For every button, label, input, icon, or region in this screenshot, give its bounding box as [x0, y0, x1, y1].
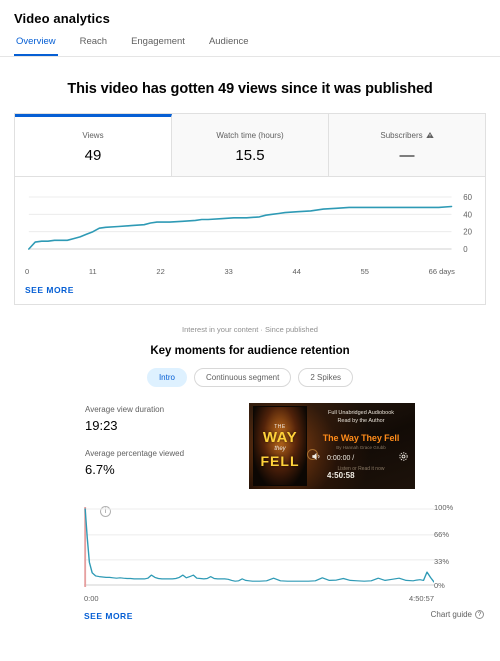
analytics-tabs: Overview Reach Engagement Audience [0, 26, 500, 57]
retention-ytick-100: 100% [434, 503, 454, 512]
views-chart-xaxis: 0 11 22 33 44 55 66 days [15, 265, 485, 276]
tab-overview[interactable]: Overview [14, 36, 58, 56]
player-overline: Full Unabridged Audiobook Read by the Au… [311, 409, 411, 426]
player-overline-line1: Full Unabridged Audiobook [327, 410, 395, 416]
chart-guide-label: Chart guide [430, 609, 472, 619]
metric-card-subscribers[interactable]: Subscribers — [329, 114, 485, 176]
metric-card-views-value: 49 [84, 147, 102, 164]
audience-retention-chart-wrap: i 100% 66% 33% 0% 0:00 4:50:57 [14, 503, 486, 603]
chip-intro[interactable]: Intro [146, 368, 187, 387]
avg-percentage-viewed-value: 6.7% [85, 462, 115, 477]
views-xtick-44: 44 [292, 267, 301, 276]
views-see-more-link[interactable]: SEE MORE [15, 276, 74, 304]
retention-bottom-row: SEE MORE Chart guide ? [14, 603, 500, 621]
avg-view-duration-value: 19:23 [85, 418, 118, 433]
views-ytick-20: 20 [463, 228, 472, 237]
tab-audience[interactable]: Audience [207, 36, 251, 56]
cover-line-fell: FELL [260, 453, 300, 469]
page-title: Video analytics [14, 11, 110, 26]
retention-stats-row: Average view duration 19:23 Average perc… [0, 403, 500, 489]
views-ytick-0: 0 [463, 245, 468, 254]
views-xtick-22: 22 [156, 267, 165, 276]
retention-chart-svg [84, 507, 434, 587]
retention-see-more-link[interactable]: SEE MORE [14, 607, 133, 621]
chip-2-spikes[interactable]: 2 Spikes [298, 368, 354, 387]
metric-card-views[interactable]: Views 49 [15, 114, 172, 176]
retention-xtick-end: 4:50:57 [408, 594, 434, 603]
views-xtick-66: 66 days [428, 267, 455, 276]
retention-ytick-66: 66% [434, 530, 450, 539]
retention-ytick-0: 0% [434, 581, 445, 590]
retention-xtick-start: 0:00 [84, 594, 99, 603]
chart-guide-button[interactable]: Chart guide ? [430, 609, 484, 619]
tab-reach[interactable]: Reach [78, 36, 109, 56]
audiobook-cover-art: THE WAY they FELL [253, 406, 307, 486]
retention-chart-xaxis: 0:00 4:50:57 [84, 594, 434, 603]
metric-card-subscribers-label-wrap: Subscribers [380, 131, 434, 141]
views-chart-panel: 0 20 40 60 0 11 22 33 44 55 66 days SEE MOR… [14, 177, 486, 305]
metric-card-subscribers-label: Subscribers [380, 131, 423, 140]
player-duration: 4:50:58 [327, 471, 355, 480]
metric-card-views-label: Views [82, 131, 104, 140]
audience-retention-chart[interactable] [84, 507, 434, 587]
views-xtick-33: 33 [224, 267, 233, 276]
metric-card-watch-time-value: 15.5 [235, 147, 265, 164]
views-xtick-55: 55 [360, 267, 369, 276]
player-video-title: The Way They Fell [322, 433, 400, 443]
retention-stats: Average view duration 19:23 Average perc… [85, 403, 235, 489]
player-current-time: 0:00:00 / [327, 454, 355, 462]
views-xtick-0: 0 [25, 267, 30, 276]
views-ytick-60: 60 [463, 193, 472, 202]
cover-line-they: they [274, 446, 286, 452]
avg-percentage-viewed-label: Average percentage viewed [85, 449, 185, 458]
metric-card-subscribers-value: — [399, 147, 415, 164]
avg-view-duration-label: Average view duration [85, 405, 165, 414]
retention-section-title: Key moments for audience retention [150, 345, 350, 357]
retention-chart-ylabels: 100% 66% 33% 0% [434, 503, 478, 590]
retention-ytick-33: 33% [434, 557, 450, 566]
metric-card-watch-time[interactable]: Watch time (hours) 15.5 [172, 114, 329, 176]
cover-line-way: WAY [262, 429, 298, 446]
views-xtick-11: 11 [88, 267, 97, 276]
tab-engagement[interactable]: Engagement [129, 36, 187, 56]
cumulative-views-chart[interactable]: 0 20 40 60 [19, 187, 481, 265]
retention-caption: Interest in your content · Since publish… [182, 325, 318, 334]
warning-triangle-icon [425, 131, 434, 141]
views-chart-ylabels: 0 20 40 60 [463, 193, 472, 254]
metric-cards-container: Views 49 Watch time (hours) 15.5 Subscri… [0, 113, 500, 177]
analytics-headline: This video has gotten 49 views since it … [67, 81, 433, 97]
question-mark-icon: ? [475, 609, 484, 619]
metric-card-watch-time-label: Watch time (hours) [216, 131, 284, 140]
metric-cards: Views 49 Watch time (hours) 15.5 Subscri… [14, 113, 486, 177]
retention-chips: Intro Continuous segment 2 Spikes [0, 368, 500, 387]
video-player-preview[interactable]: THE WAY they FELL Full Unabridged Audiob… [249, 403, 415, 489]
retention-line-series [84, 508, 434, 583]
views-chart-gridlines [28, 196, 452, 250]
views-chart-svg: 0 20 40 60 [28, 193, 473, 254]
views-ytick-40: 40 [463, 210, 472, 219]
chip-continuous-segment[interactable]: Continuous segment [193, 368, 292, 387]
views-line-series [28, 205, 453, 250]
player-overline-line2: Read by the Author [337, 418, 385, 425]
retention-gridlines [84, 508, 434, 586]
